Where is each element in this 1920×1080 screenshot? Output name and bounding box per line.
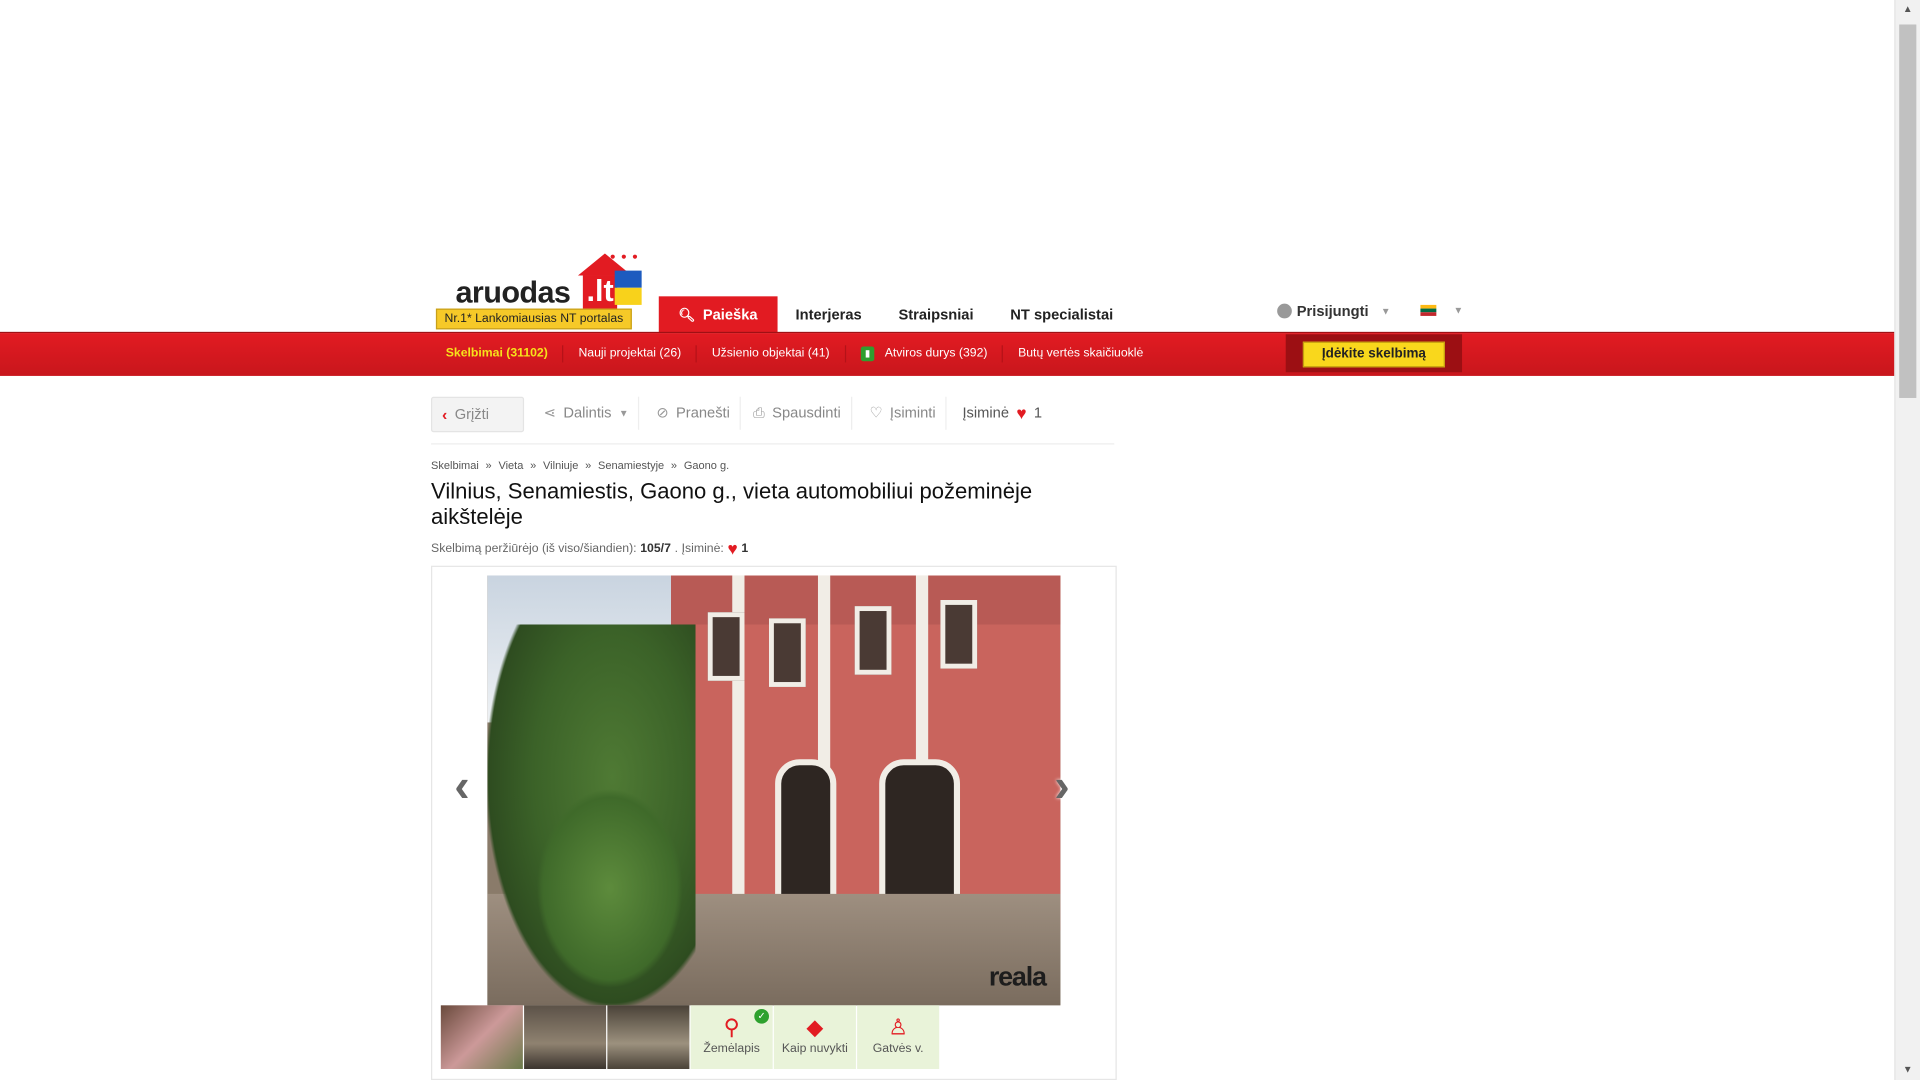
photo-window: [707, 612, 745, 681]
photo-plant: [524, 771, 696, 1006]
ukraine-flag-icon: [614, 270, 642, 305]
saved-count-value: 1: [1033, 404, 1043, 422]
logo-domain: .lt: [582, 275, 618, 309]
share-icon: ⋖: [543, 404, 556, 422]
heart-icon: ♥: [1016, 402, 1027, 423]
page-scrollbar[interactable]: ▲ ▼: [1894, 0, 1920, 1080]
photo-window: [768, 618, 806, 687]
saved-stat-label: Įsiminė:: [681, 541, 724, 556]
breadcrumb-separator: »: [530, 459, 537, 472]
chevron-right-icon[interactable]: ›: [1054, 760, 1069, 813]
views-value: 105/7: [640, 541, 671, 556]
map-pin-icon: ⚲: [723, 1015, 740, 1040]
saved-label: Įsiminė: [962, 404, 1010, 422]
tab-interjeras[interactable]: Interjeras: [777, 296, 880, 333]
subnav-label: Atviros durys (392): [884, 345, 988, 360]
map-button[interactable]: ✓ ⚲ Žemėlapis: [690, 1005, 773, 1069]
tab-label: Paieška: [702, 306, 758, 324]
thumbnail-strip: ✓ ⚲ Žemėlapis ◆ Kaip nuvykti ♙ Gatvės v.: [440, 1005, 940, 1069]
saved-stat-value: 1: [741, 541, 749, 556]
tab-straipsniai[interactable]: Straipsniai: [880, 296, 992, 333]
report-label: Pranešti: [676, 404, 730, 422]
chevron-down-icon: ▼: [1453, 304, 1464, 316]
heart-icon: ♥: [727, 538, 738, 559]
report-button[interactable]: ⊘ Pranešti: [647, 396, 741, 430]
scroll-down-icon[interactable]: ▼: [1896, 1060, 1920, 1080]
photo-window: [940, 600, 978, 669]
logo-text: aruodas: [455, 275, 571, 310]
login-button[interactable]: Prisijungti ▼: [1277, 302, 1391, 320]
remember-button[interactable]: ♡ Įsiminti: [860, 396, 947, 430]
breadcrumb-link[interactable]: Gaono g.: [684, 459, 729, 471]
subnav-skelbimai[interactable]: Skelbimai (31102): [431, 344, 564, 362]
directions-label: Kaip nuvykti: [781, 1042, 848, 1056]
breadcrumb-link[interactable]: Senamiestyje: [598, 459, 664, 471]
language-selector[interactable]: ▼: [1420, 304, 1464, 316]
thumbnail[interactable]: [440, 1005, 523, 1069]
saved-count: Įsiminė ♥ 1: [953, 397, 1052, 430]
chevron-left-icon: ‹: [442, 405, 448, 424]
print-icon: ⎙: [753, 404, 765, 422]
print-label: Spausdinti: [772, 404, 841, 422]
tab-paieska[interactable]: 🔍︎ Paieška: [658, 296, 778, 334]
search-icon: 🔍︎: [678, 308, 696, 324]
logo-dots-icon: ● ● ●: [609, 251, 640, 263]
scroll-thumb[interactable]: [1899, 24, 1917, 398]
user-icon: [1277, 303, 1292, 319]
street-view-button[interactable]: ♙ Gatvės v.: [857, 1005, 940, 1069]
subnav-atviros-durys[interactable]: Atviros durys (392): [846, 344, 1004, 362]
main-photo[interactable]: reala: [487, 575, 1061, 1006]
remember-label: Įsiminti: [889, 404, 936, 422]
thumbnail[interactable]: [607, 1005, 690, 1069]
subnav-butu-vertes[interactable]: Butų vertės skaičiuoklė: [1003, 345, 1158, 362]
directions-icon: ◆: [806, 1015, 824, 1040]
directions-button[interactable]: ◆ Kaip nuvykti: [773, 1005, 856, 1069]
street-view-label: Gatvės v.: [872, 1042, 924, 1056]
logo-tagline: Nr.1* Lankomiausias NT portalas: [435, 308, 632, 330]
scroll-up-icon[interactable]: ▲: [1896, 0, 1920, 20]
street-view-icon: ♙: [888, 1015, 909, 1040]
share-label: Dalintis: [563, 404, 612, 422]
ad-space: [0, 0, 1896, 252]
back-label: Grįžti: [454, 405, 489, 423]
breadcrumb-separator: »: [585, 459, 592, 472]
subnav-nauji-projektai[interactable]: Nauji projektai (26): [564, 344, 698, 362]
breadcrumb-separator: »: [670, 459, 678, 472]
photo-watermark: reala: [988, 961, 1047, 993]
stats-separator: .: [674, 541, 678, 556]
breadcrumb-link[interactable]: Vilniuje: [543, 459, 578, 471]
block-icon: ⊘: [656, 404, 669, 422]
listing-toolbar: ‹ Grįžti ⋖ Dalintis ▼ ⊘ Pranešti ⎙ Spausdinti…: [431, 396, 1115, 445]
print-button[interactable]: ⎙ Spausdinti: [743, 396, 852, 430]
chevron-down-icon: ▼: [1380, 305, 1391, 317]
post-ad-button[interactable]: Įdėkite skelbimą: [1302, 341, 1445, 368]
breadcrumb-separator: »: [485, 459, 492, 472]
photo-gallery: reala ‹ › ✓ ⚲ Žemėlapis ◆ Kaip nuvykti ♙…: [431, 565, 1117, 1080]
breadcrumb: Skelbimai » Vieta » Vilniuje » Senamiest…: [431, 459, 733, 471]
check-icon: ✓: [754, 1008, 769, 1024]
chevron-down-icon: ▼: [618, 407, 629, 419]
views-label: Skelbimą peržiūrėjo (iš viso/šiandien):: [431, 541, 637, 556]
tab-nt-specialistai[interactable]: NT specialistai: [992, 296, 1132, 333]
main-nav: 🔍︎ Paieška Interjeras Straipsniai NT spec…: [658, 296, 1132, 334]
breadcrumb-link[interactable]: Skelbimai: [431, 459, 479, 471]
page-title: Vilnius, Senamiestis, Gaono g., vieta au…: [431, 478, 1033, 529]
listing-stats: Skelbimą peržiūrėjo (iš viso/šiandien): …: [431, 539, 748, 559]
share-button[interactable]: ⋖ Dalintis ▼: [534, 396, 640, 430]
door-icon: [860, 345, 874, 361]
watermark-text: reala: [988, 961, 1047, 992]
heart-outline-icon: ♡: [869, 404, 883, 422]
lithuania-flag-icon: [1420, 304, 1437, 316]
breadcrumb-link[interactable]: Vieta: [498, 459, 523, 471]
subnav-uzsienio-objektai[interactable]: Užsienio objektai (41): [697, 344, 846, 362]
login-label: Prisijungti: [1296, 302, 1369, 320]
page: ● ● ● aruodas .lt Nr.1* Lankomiausias NT…: [0, 0, 1920, 1080]
sub-nav: Skelbimai (31102) Nauji projektai (26) U…: [431, 332, 1158, 375]
photo-window: [854, 606, 892, 675]
back-button[interactable]: ‹ Grįžti: [431, 396, 525, 433]
thumbnail[interactable]: [524, 1005, 607, 1069]
map-label: Žemėlapis: [703, 1042, 760, 1056]
site-logo[interactable]: ● ● ● aruodas .lt Nr.1* Lankomiausias NT…: [431, 251, 645, 330]
chevron-left-icon[interactable]: ‹: [454, 760, 469, 813]
